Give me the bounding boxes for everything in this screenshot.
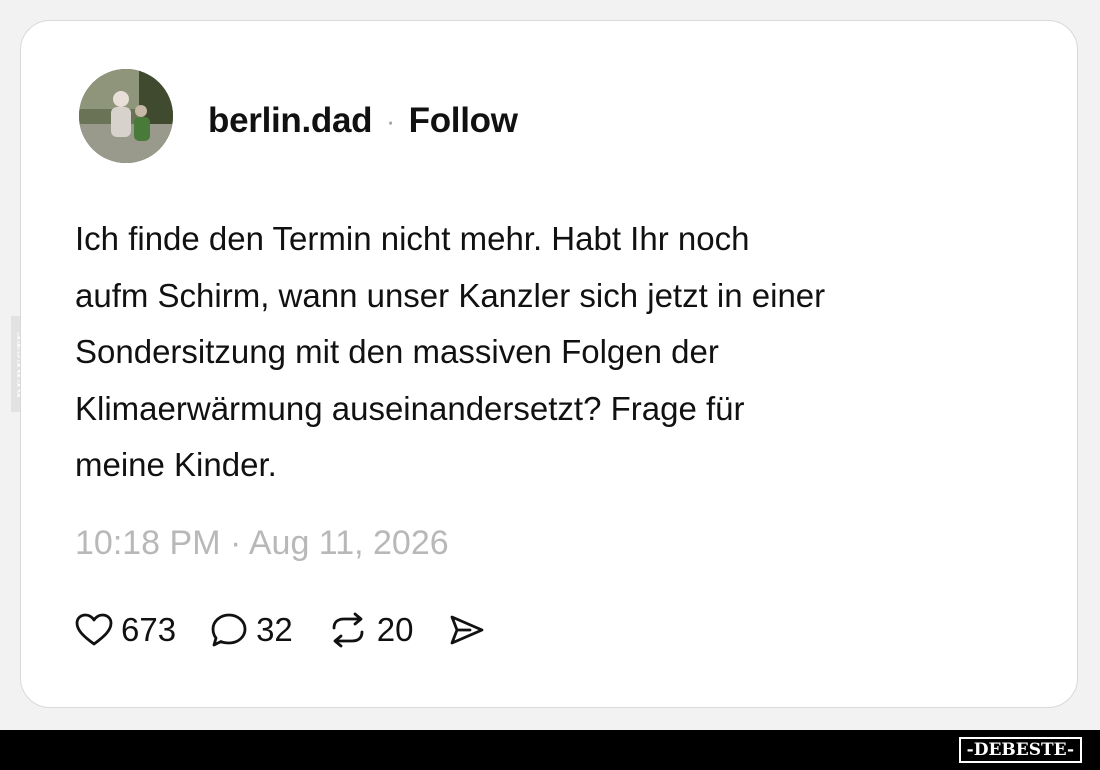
speech-bubble-icon [211, 613, 247, 647]
post-timestamp[interactable]: 10:18 PM · Aug 11, 2026 [75, 524, 449, 563]
reply-button[interactable]: 32 [210, 611, 293, 649]
share-button[interactable] [448, 613, 494, 647]
like-count: 673 [121, 611, 177, 648]
action-bar: 673 32 20 [75, 611, 528, 649]
heart-icon [75, 613, 113, 646]
post-text-line: Klimaerwärmung auseinandersetzt? Frage f… [75, 389, 745, 427]
footer-bar [0, 730, 1100, 770]
username[interactable]: berlin.dad [208, 101, 373, 141]
brand-watermark: -DEBESTE- [958, 737, 1082, 763]
post-header: berlin.dad · Follow [208, 101, 518, 141]
post-text-line: Sondersitzung mit den massiven Folgen de… [75, 333, 719, 370]
post-text-line: meine Kinder. [75, 446, 277, 483]
post-card: berlin.dad · Follow Ich finde den Termin… [20, 20, 1078, 708]
repost-button[interactable]: 20 [327, 611, 414, 649]
reply-count: 32 [256, 611, 293, 648]
separator-dot: · [386, 105, 395, 136]
avatar[interactable] [79, 69, 173, 163]
post-text: Ich finde den Termin nicht mehr. Habt Ih… [75, 211, 1035, 494]
like-button[interactable]: 673 [75, 611, 176, 649]
repost-icon [332, 612, 364, 648]
post-text-line: Ich finde den Termin nicht mehr. Habt Ih… [75, 220, 750, 257]
send-icon [450, 615, 483, 645]
post-text-line: aufm Schirm, wann unser Kanzler sich jet… [75, 276, 826, 314]
repost-count: 20 [376, 611, 414, 648]
follow-button[interactable]: Follow [409, 101, 518, 141]
